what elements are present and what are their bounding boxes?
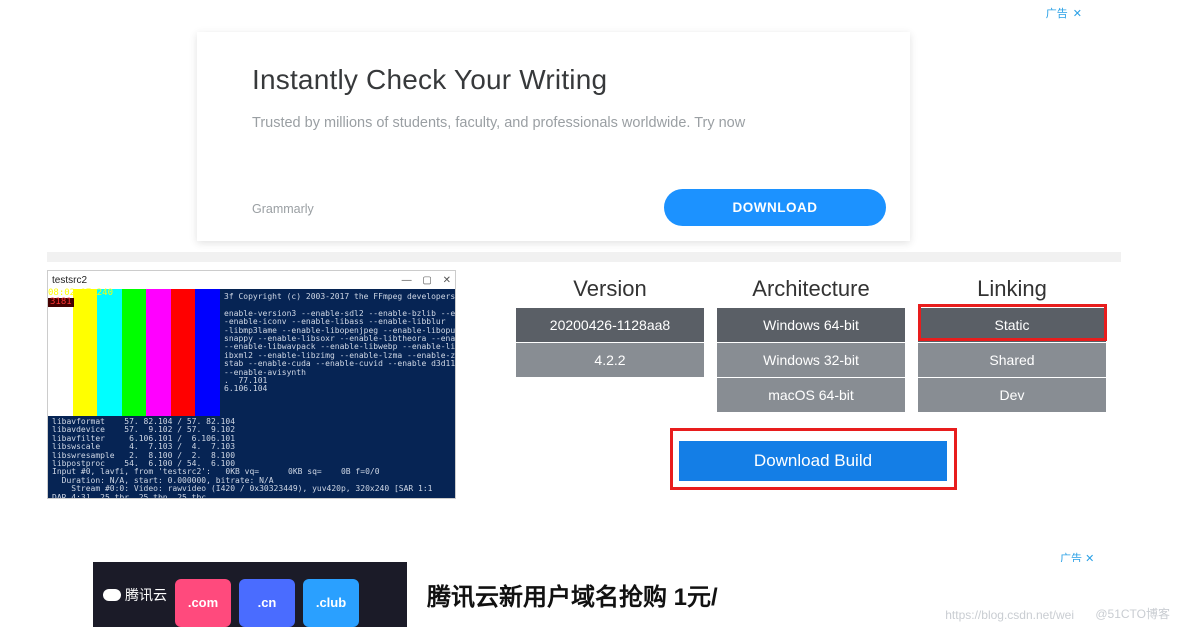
domain-card: .cn (239, 579, 295, 627)
architecture-column: Architecture Windows 64-bit Windows 32-b… (717, 276, 905, 412)
architecture-option[interactable]: Windows 32-bit (717, 343, 905, 377)
ad-headline: Instantly Check Your Writing (252, 64, 607, 96)
ad-top-card[interactable]: Instantly Check Your Writing Trusted by … (197, 32, 910, 241)
section-divider (47, 252, 1121, 262)
architecture-heading: Architecture (717, 276, 905, 302)
version-column: Version 20200426-1128aa8 4.2.2 (516, 276, 704, 377)
domain-card: .com (175, 579, 231, 627)
chevron-left-icon[interactable]: ‹ (55, 376, 62, 402)
window-title: testsrc2 (52, 275, 87, 286)
tencent-cloud-logo: 腾讯云 (103, 585, 167, 605)
domain-card: .club (303, 579, 359, 627)
close-icon[interactable]: ✕ (443, 275, 451, 286)
ad-brand: Grammarly (252, 202, 314, 216)
colorbars (48, 289, 220, 436)
close-icon[interactable]: ✕ (1073, 8, 1082, 20)
ad-top-label: 广告 ✕ (1046, 5, 1082, 21)
terminal-bottom: libavformat 57. 82.104 / 57. 82.104 liba… (48, 416, 455, 498)
frame-count: 3181 (48, 298, 74, 307)
cloud-brand: 腾讯云 (125, 585, 167, 605)
ad-bottom-headline: 腾讯云新用户域名抢购 1元/ (427, 577, 718, 612)
ad-download-button[interactable]: DOWNLOAD (664, 189, 886, 226)
version-heading: Version (516, 276, 704, 302)
ad-subline: Trusted by millions of students, faculty… (252, 115, 745, 131)
timestamp-overlay: 08:02:07.240 3181 (48, 289, 113, 307)
window-titlebar: testsrc2 — ▢ ✕ (48, 271, 455, 289)
minimize-icon[interactable]: — (402, 275, 412, 286)
ad-top-label-text: 广告 (1046, 8, 1068, 20)
maximize-icon[interactable]: ▢ (422, 275, 431, 286)
linking-heading: Linking (918, 276, 1106, 302)
linking-column: Linking Static Shared Dev (918, 276, 1106, 412)
architecture-option[interactable]: macOS 64-bit (717, 378, 905, 412)
close-icon[interactable]: ✕ (1085, 553, 1094, 565)
download-build-button[interactable]: Download Build (679, 441, 947, 481)
cloud-icon (103, 589, 121, 601)
version-option[interactable]: 4.2.2 (516, 343, 704, 377)
linking-option[interactable]: Dev (918, 378, 1106, 412)
ffmpeg-screenshot: testsrc2 — ▢ ✕ 08:02:07.240 3181 ‹ › 3f … (47, 270, 456, 499)
ad-bottom-left: 腾讯云 .com .cn .club (93, 562, 407, 627)
ad-bottom-banner[interactable]: 腾讯云 .com .cn .club 腾讯云新用户域名抢购 1元/ (93, 562, 1084, 627)
linking-option[interactable]: Static (918, 308, 1106, 342)
watermark-right: @51CTO博客 (1095, 605, 1170, 622)
watermark-left: https://blog.csdn.net/wei (945, 608, 1074, 622)
linking-option[interactable]: Shared (918, 343, 1106, 377)
version-option[interactable]: 20200426-1128aa8 (516, 308, 704, 342)
architecture-option[interactable]: Windows 64-bit (717, 308, 905, 342)
window-buttons: — ▢ ✕ (394, 275, 451, 286)
